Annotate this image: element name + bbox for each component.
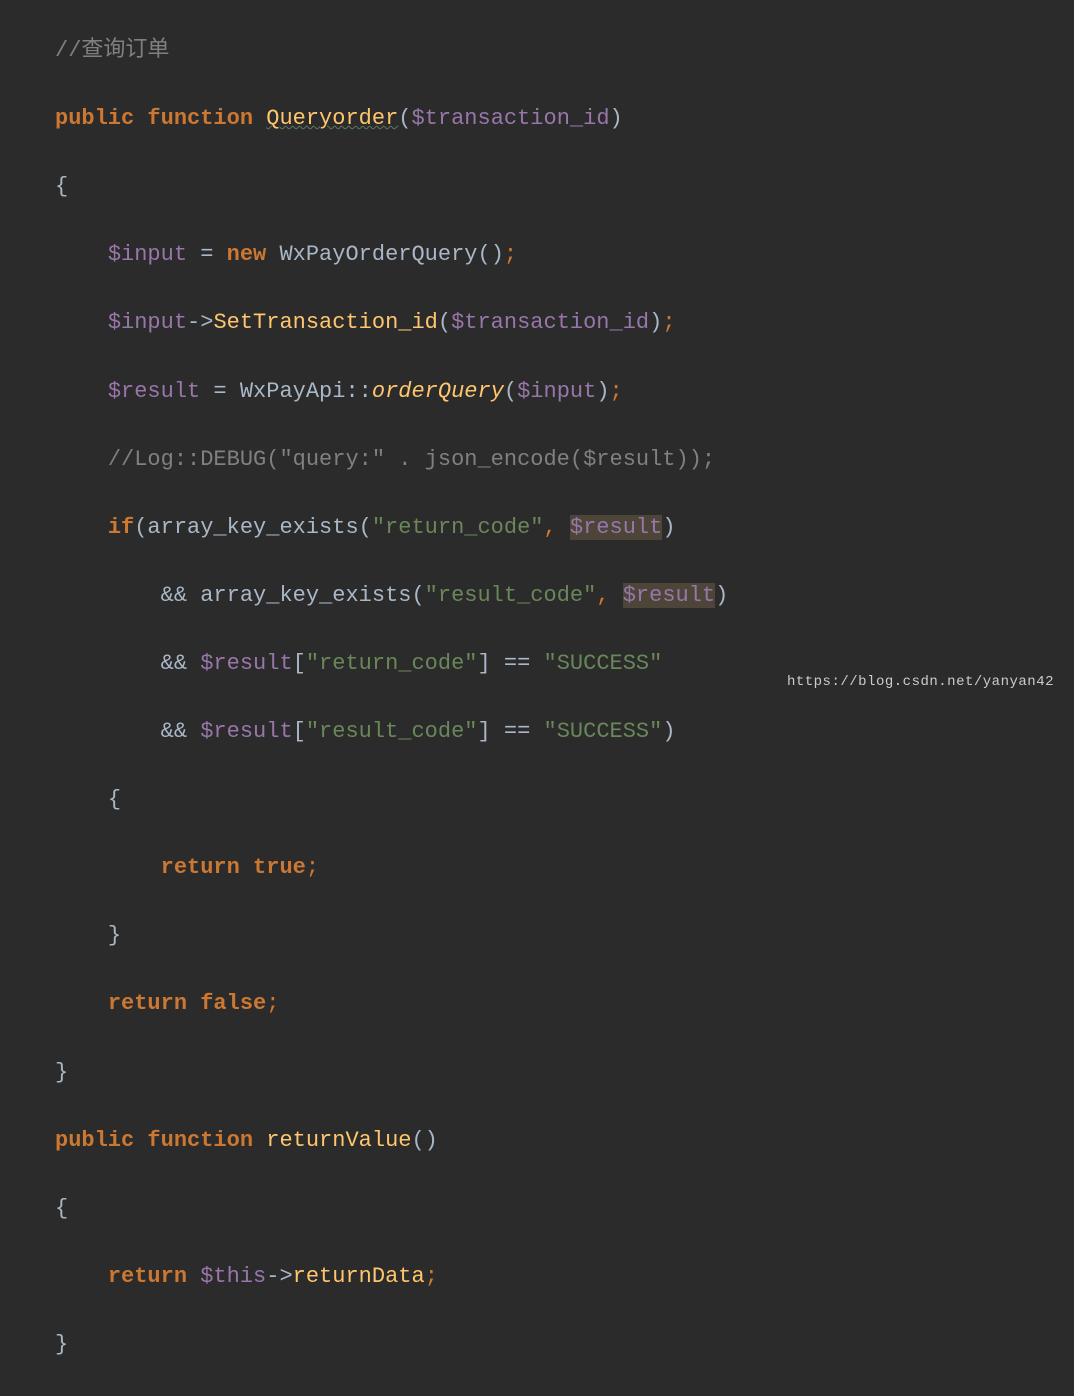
function-call: array_key_exists [200,583,411,608]
keyword-return: return [108,991,187,1016]
keyword-public: public [55,1128,134,1153]
brace-close: } [55,1060,68,1085]
code-line: public function returnValue() [55,1124,1074,1158]
operator-and: && [161,583,187,608]
keyword-new: new [227,242,267,267]
code-line: { [55,783,1074,817]
code-line: return false; [55,987,1074,1021]
brace-close: } [108,923,121,948]
property: returnData [293,1264,425,1289]
variable-highlighted: $result [623,583,715,608]
code-line: { [55,1192,1074,1226]
variable: $result [200,651,292,676]
variable-this: $this [200,1264,266,1289]
code-line: } [55,919,1074,953]
code-line: && array_key_exists("result_code", $resu… [55,579,1074,613]
code-line: $input->SetTransaction_id($transaction_i… [55,306,1074,340]
watermark-text: https://blog.csdn.net/yanyan42 [787,672,1054,694]
code-line: public function Queryorder($transaction_… [55,102,1074,136]
class-name: WxPayApi [240,379,346,404]
brace-open: { [55,174,68,199]
brace-open: { [55,1196,68,1221]
code-line: return true; [55,851,1074,885]
keyword-true: true [253,855,306,880]
code-line: $input = new WxPayOrderQuery(); [55,238,1074,272]
string-literal: "result_code" [425,583,597,608]
brace-open: { [108,787,121,812]
keyword-function: function [147,106,253,131]
function-name: Queryorder [266,106,398,131]
variable: $input [517,379,596,404]
method-call: SetTransaction_id [213,310,437,335]
variable: $input [108,310,187,335]
keyword-false: false [200,991,266,1016]
comment: //查询订单 [55,38,169,63]
keyword-return: return [161,855,240,880]
keyword-public: public [55,106,134,131]
parameter-variable: $transaction_id [411,106,609,131]
code-line: $result = WxPayApi::orderQuery($input); [55,375,1074,409]
keyword-return: return [108,1264,187,1289]
operator-and: && [161,719,187,744]
code-line: return $this->returnData; [55,1260,1074,1294]
function-call: array_key_exists [147,515,358,540]
variable: $transaction_id [451,310,649,335]
function-name: returnValue [266,1128,411,1153]
code-line: //查询订单 [55,34,1074,68]
code-line: } [55,1056,1074,1090]
string-literal: "result_code" [306,719,478,744]
variable: $input [108,242,187,267]
variable: $result [108,379,200,404]
code-line: { [55,170,1074,204]
string-literal: "SUCCESS" [544,719,663,744]
variable-highlighted: $result [570,515,662,540]
code-line: } [55,1328,1074,1362]
code-editor-area[interactable]: //查询订单 public function Queryorder($trans… [55,0,1074,1396]
code-line: && $result["result_code"] == "SUCCESS") [55,715,1074,749]
operator-and: && [161,651,187,676]
code-line: //Log::DEBUG("query:" . json_encode($res… [55,443,1074,477]
variable: $result [200,719,292,744]
code-line: if(array_key_exists("return_code", $resu… [55,511,1074,545]
keyword-if: if [108,515,134,540]
string-literal: "SUCCESS" [544,651,663,676]
class-name: WxPayOrderQuery [279,242,477,267]
static-method: orderQuery [372,379,504,404]
brace-close: } [55,1332,68,1357]
string-literal: "return_code" [372,515,544,540]
comment: //Log::DEBUG("query:" . json_encode($res… [108,447,715,472]
string-literal: "return_code" [306,651,478,676]
keyword-function: function [147,1128,253,1153]
